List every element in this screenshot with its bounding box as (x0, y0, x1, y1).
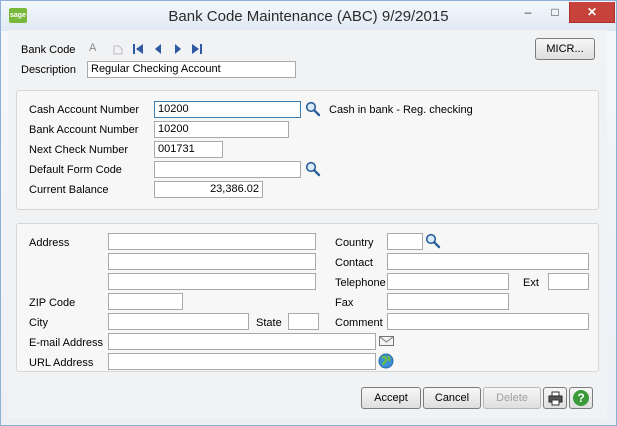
accept-button[interactable]: Accept (361, 387, 421, 409)
lookup-icon[interactable] (112, 44, 124, 56)
telephone-field[interactable] (387, 273, 509, 290)
close-button[interactable]: ✕ (569, 2, 615, 23)
contact-label: Contact (335, 257, 373, 269)
url-label: URL Address (29, 357, 94, 369)
print-button[interactable] (543, 387, 567, 409)
bank-account-label: Bank Account Number (29, 124, 139, 136)
next-record-icon[interactable] (172, 43, 184, 55)
globe-icon[interactable] (378, 353, 394, 369)
bank-account-field[interactable]: 10200 (154, 121, 289, 138)
delete-button[interactable]: Delete (483, 387, 541, 409)
micr-button[interactable]: MICR... (535, 38, 595, 60)
state-label: State (256, 317, 282, 329)
address-line-2-field[interactable] (108, 253, 316, 270)
bank-code-field[interactable]: A (86, 41, 110, 58)
country-field[interactable] (387, 233, 423, 250)
zip-code-field[interactable] (108, 293, 183, 310)
address-panel: Address ZIP Code City State E-mail Addre… (16, 223, 599, 372)
url-field[interactable] (108, 353, 376, 370)
default-form-field[interactable] (154, 161, 301, 178)
search-icon[interactable] (305, 101, 321, 117)
cash-account-field[interactable]: 10200 (154, 101, 301, 118)
current-balance-field: 23,386.02 (154, 181, 263, 198)
comment-label: Comment (335, 317, 383, 329)
email-field[interactable] (108, 333, 376, 350)
last-record-icon[interactable] (191, 43, 203, 55)
email-label: E-mail Address (29, 337, 103, 349)
account-panel: Cash Account Number 10200 Cash in bank -… (16, 90, 599, 210)
help-button[interactable]: ? (569, 387, 593, 409)
contact-field[interactable] (387, 253, 589, 270)
next-check-field[interactable]: 001731 (154, 141, 223, 158)
country-label: Country (335, 237, 374, 249)
zip-code-label: ZIP Code (29, 297, 76, 309)
current-balance-label: Current Balance (29, 184, 109, 196)
cash-account-description: Cash in bank - Reg. checking (329, 104, 473, 116)
description-field[interactable]: Regular Checking Account (87, 61, 296, 78)
state-field[interactable] (288, 313, 319, 330)
city-label: City (29, 317, 48, 329)
bank-code-label: Bank Code (21, 44, 76, 56)
printer-icon (548, 391, 563, 406)
description-label: Description (21, 64, 77, 76)
ext-label: Ext (523, 277, 539, 289)
previous-record-icon[interactable] (152, 43, 164, 55)
telephone-label: Telephone (335, 277, 386, 289)
cancel-button[interactable]: Cancel (423, 387, 481, 409)
fax-field[interactable] (387, 293, 509, 310)
next-check-label: Next Check Number (29, 144, 129, 156)
help-icon: ? (573, 390, 589, 406)
address-line-3-field[interactable] (108, 273, 316, 290)
minimize-button[interactable]: – (515, 2, 541, 22)
cash-account-label: Cash Account Number (29, 104, 140, 116)
fax-label: Fax (335, 297, 354, 309)
address-label: Address (29, 237, 70, 249)
form-area: Bank Code A MICR... Description Regular … (8, 30, 607, 418)
comment-field[interactable] (387, 313, 589, 330)
search-icon[interactable] (305, 161, 321, 177)
first-record-icon[interactable] (132, 43, 144, 55)
email-icon[interactable] (379, 335, 394, 347)
ext-field[interactable] (548, 273, 589, 290)
title-bar: sage Bank Code Maintenance (ABC) 9/29/20… (1, 1, 616, 31)
maximize-button[interactable]: □ (542, 2, 568, 22)
city-field[interactable] (108, 313, 249, 330)
search-icon[interactable] (425, 233, 441, 249)
default-form-label: Default Form Code (29, 164, 122, 176)
address-line-1-field[interactable] (108, 233, 316, 250)
